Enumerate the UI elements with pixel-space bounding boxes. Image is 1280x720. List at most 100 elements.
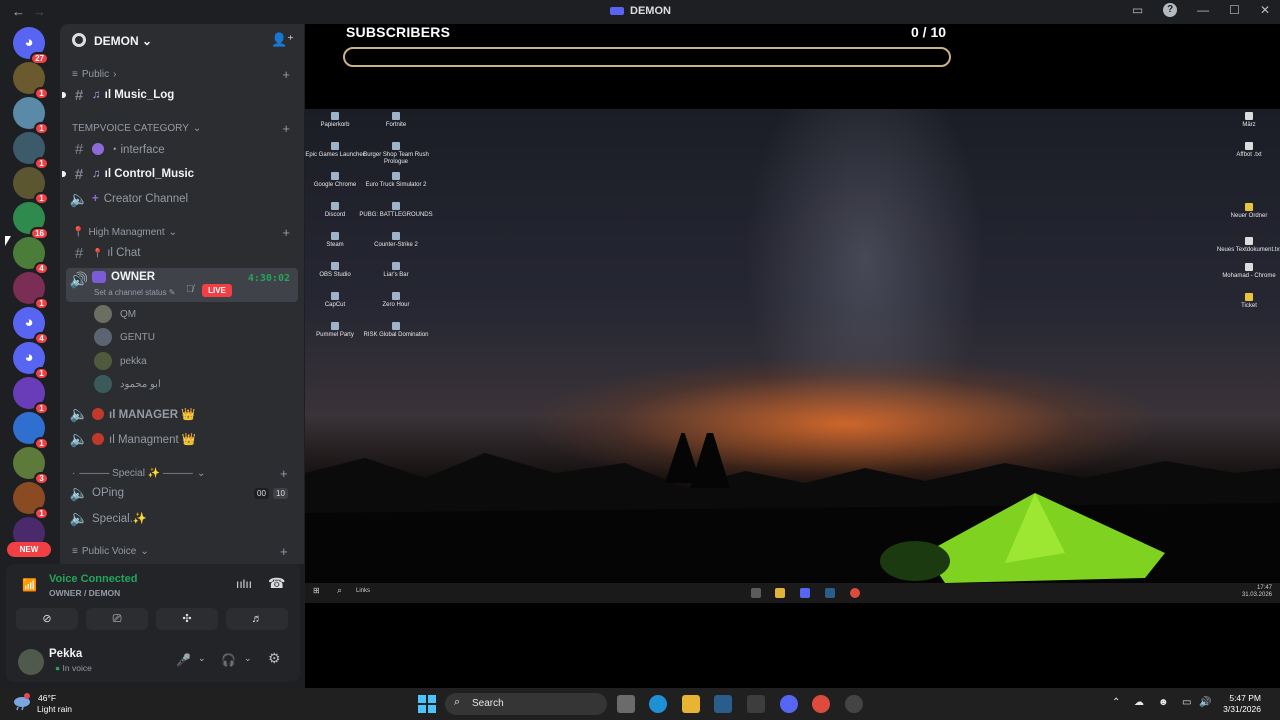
desktop-icon: Neuer Ordner [1210, 203, 1280, 220]
activities-button[interactable]: ✣ [156, 608, 218, 630]
mountain-silhouette [305, 433, 1280, 603]
app-icon [331, 322, 339, 330]
headphones-icon[interactable]: 🎧 [221, 653, 236, 667]
channel-emoji-icon [92, 408, 104, 420]
server-icon[interactable]: 1 [13, 132, 49, 170]
voice-connected-label[interactable]: Voice Connected [49, 573, 137, 585]
username[interactable]: Pekka [49, 648, 82, 660]
channel-creator[interactable]: 🔈 + Creator Channel [66, 188, 298, 210]
voice-channel-path[interactable]: OWNER / DEMON [49, 588, 120, 598]
channel-music-log[interactable]: # ♫ ıl Music_Log [62, 84, 298, 106]
taskview-icon[interactable] [617, 695, 635, 713]
channel-status[interactable]: Set a channel status ✎ [94, 288, 175, 297]
minimize-button[interactable]: — [1197, 3, 1209, 17]
rain-cloud-icon[interactable] [12, 693, 32, 711]
server-icon[interactable]: 1 [13, 167, 49, 205]
voice-user[interactable]: pekka [94, 351, 147, 371]
screen-share-button[interactable]: ⎚ [86, 608, 148, 630]
tray-chevron-icon[interactable]: ⌃ [1112, 697, 1120, 708]
app-icon [392, 142, 400, 150]
voice-channel-icon: 🔈 [69, 431, 89, 448]
voice-user[interactable]: ابو محمود [94, 374, 161, 394]
microphone-icon[interactable]: 🎤 [176, 653, 191, 667]
channel-control-music[interactable]: # ♫ ıl Control_Music [62, 163, 298, 185]
obs-icon[interactable] [845, 695, 863, 713]
disconnect-icon[interactable]: ☎ [268, 575, 285, 592]
server-icon[interactable]: ◕ 4 [13, 307, 49, 345]
inbox-icon[interactable]: ▭ [1132, 3, 1143, 17]
mouse-cursor-icon [5, 236, 11, 246]
help-icon[interactable]: ? [1163, 3, 1178, 17]
channel-emoji-icon [92, 433, 104, 445]
create-channel-icon[interactable]: + [282, 225, 290, 240]
noise-suppression-icon[interactable]: ıılıı [236, 577, 252, 591]
edge-icon[interactable] [649, 695, 667, 713]
camera-button[interactable]: ⊘ [16, 608, 78, 630]
category-special[interactable]: · ——— Special ✨ ——— ⌄ [72, 468, 205, 479]
category-tempvoice[interactable]: TEMPVOICE CATEGORY ⌄ [72, 123, 201, 134]
steam-icon[interactable] [714, 695, 732, 713]
weather-temp[interactable]: 46°F [38, 693, 56, 703]
store-icon[interactable] [747, 695, 765, 713]
taskbar-search[interactable]: ⌕ Search [445, 693, 607, 715]
live-badge: LIVE [202, 284, 232, 297]
server-icon[interactable]: 1 [13, 412, 49, 450]
start-icon: ⊞ [313, 586, 320, 595]
server-icon[interactable]: ◕ 27 [13, 27, 49, 65]
create-channel-icon[interactable]: + [282, 67, 290, 82]
channel-label: Special.✨ [92, 513, 148, 525]
taskbar-clock[interactable]: 5:47 PM 3/31/2026 [1223, 693, 1261, 715]
maximize-button[interactable]: ☐ [1229, 3, 1240, 17]
channel-chat[interactable]: # 📍 ıl Chat [66, 242, 298, 264]
server-header[interactable]: DEMON ⌄ 👤⁺ [60, 24, 304, 58]
back-arrow-icon[interactable]: ← [12, 4, 25, 19]
signal-icon[interactable]: 📶 [22, 578, 37, 592]
server-icon[interactable]: 1 [13, 62, 49, 100]
file-icon [1245, 203, 1253, 211]
voice-channel-icon: 🔈 [69, 485, 89, 502]
chrome-icon[interactable] [812, 695, 830, 713]
server-icon[interactable]: 1 [13, 97, 49, 135]
server-icon[interactable]: ◕ 1 [13, 342, 49, 380]
create-channel-icon[interactable]: + [280, 544, 288, 559]
category-public-voice[interactable]: ≡ Public Voice ⌄ [72, 546, 149, 557]
settings-gear-icon[interactable]: ⚙ [268, 650, 281, 667]
desktop-icon-label: März [1242, 122, 1256, 128]
server-icon[interactable]: 3 [13, 447, 49, 485]
tray-app-icon[interactable]: ☁ [1134, 697, 1144, 708]
server-icon[interactable]: 1 [13, 482, 49, 520]
invite-people-icon[interactable]: 👤⁺ [271, 32, 294, 48]
category-public[interactable]: ≡ Public › [72, 69, 116, 80]
volume-icon[interactable]: 🔊 [1199, 697, 1211, 708]
server-icon[interactable]: 4 [13, 237, 49, 275]
channel-manager[interactable]: 🔈 ıl MANAGER 👑 [66, 403, 298, 425]
server-icon[interactable]: 16 [13, 202, 49, 240]
windows-start-icon[interactable] [418, 695, 436, 713]
network-icon[interactable]: ▭ [1182, 697, 1191, 708]
channel-special[interactable]: 🔈 Special.✨ [66, 507, 298, 529]
stream-view[interactable]: SUBSCRIBERS 0 / 10 Papierkorb Fortnite Epi… [305, 24, 1280, 688]
soundboard-button[interactable]: ♬ [226, 608, 288, 630]
forward-arrow-icon[interactable]: → [33, 4, 46, 19]
voice-user[interactable]: GENTU [94, 327, 155, 347]
voice-channel-icon: 🔈 [69, 510, 89, 527]
discord-icon[interactable] [780, 695, 798, 713]
category-high-managment[interactable]: 📍 High Managment ⌄ [72, 227, 177, 238]
chevron-down-icon[interactable]: ⌄ [244, 653, 252, 664]
file-explorer-icon[interactable] [682, 695, 700, 713]
create-channel-icon[interactable]: + [280, 466, 288, 481]
tray-app-icon[interactable]: ☻ [1158, 697, 1169, 708]
close-button[interactable]: ✕ [1260, 3, 1270, 17]
channel-owner[interactable]: 🔊 OWNER 4:30:02 Set a channel status ✎ [66, 268, 298, 302]
weather-desc[interactable]: Light rain [37, 704, 72, 714]
user-count: 00 [254, 488, 269, 499]
server-icon[interactable]: 1 [13, 272, 49, 310]
create-channel-icon[interactable]: + [282, 121, 290, 136]
server-icon[interactable]: 1 [13, 377, 49, 415]
chevron-down-icon[interactable]: ⌄ [198, 653, 206, 664]
channel-managment[interactable]: 🔈 ıl Managment 👑 [66, 428, 298, 450]
channel-interface[interactable]: # ・interface [66, 138, 298, 160]
desktop-icon: Affbot .txt [1210, 142, 1280, 159]
avatar[interactable] [18, 649, 44, 675]
voice-user[interactable]: QM [94, 304, 136, 324]
